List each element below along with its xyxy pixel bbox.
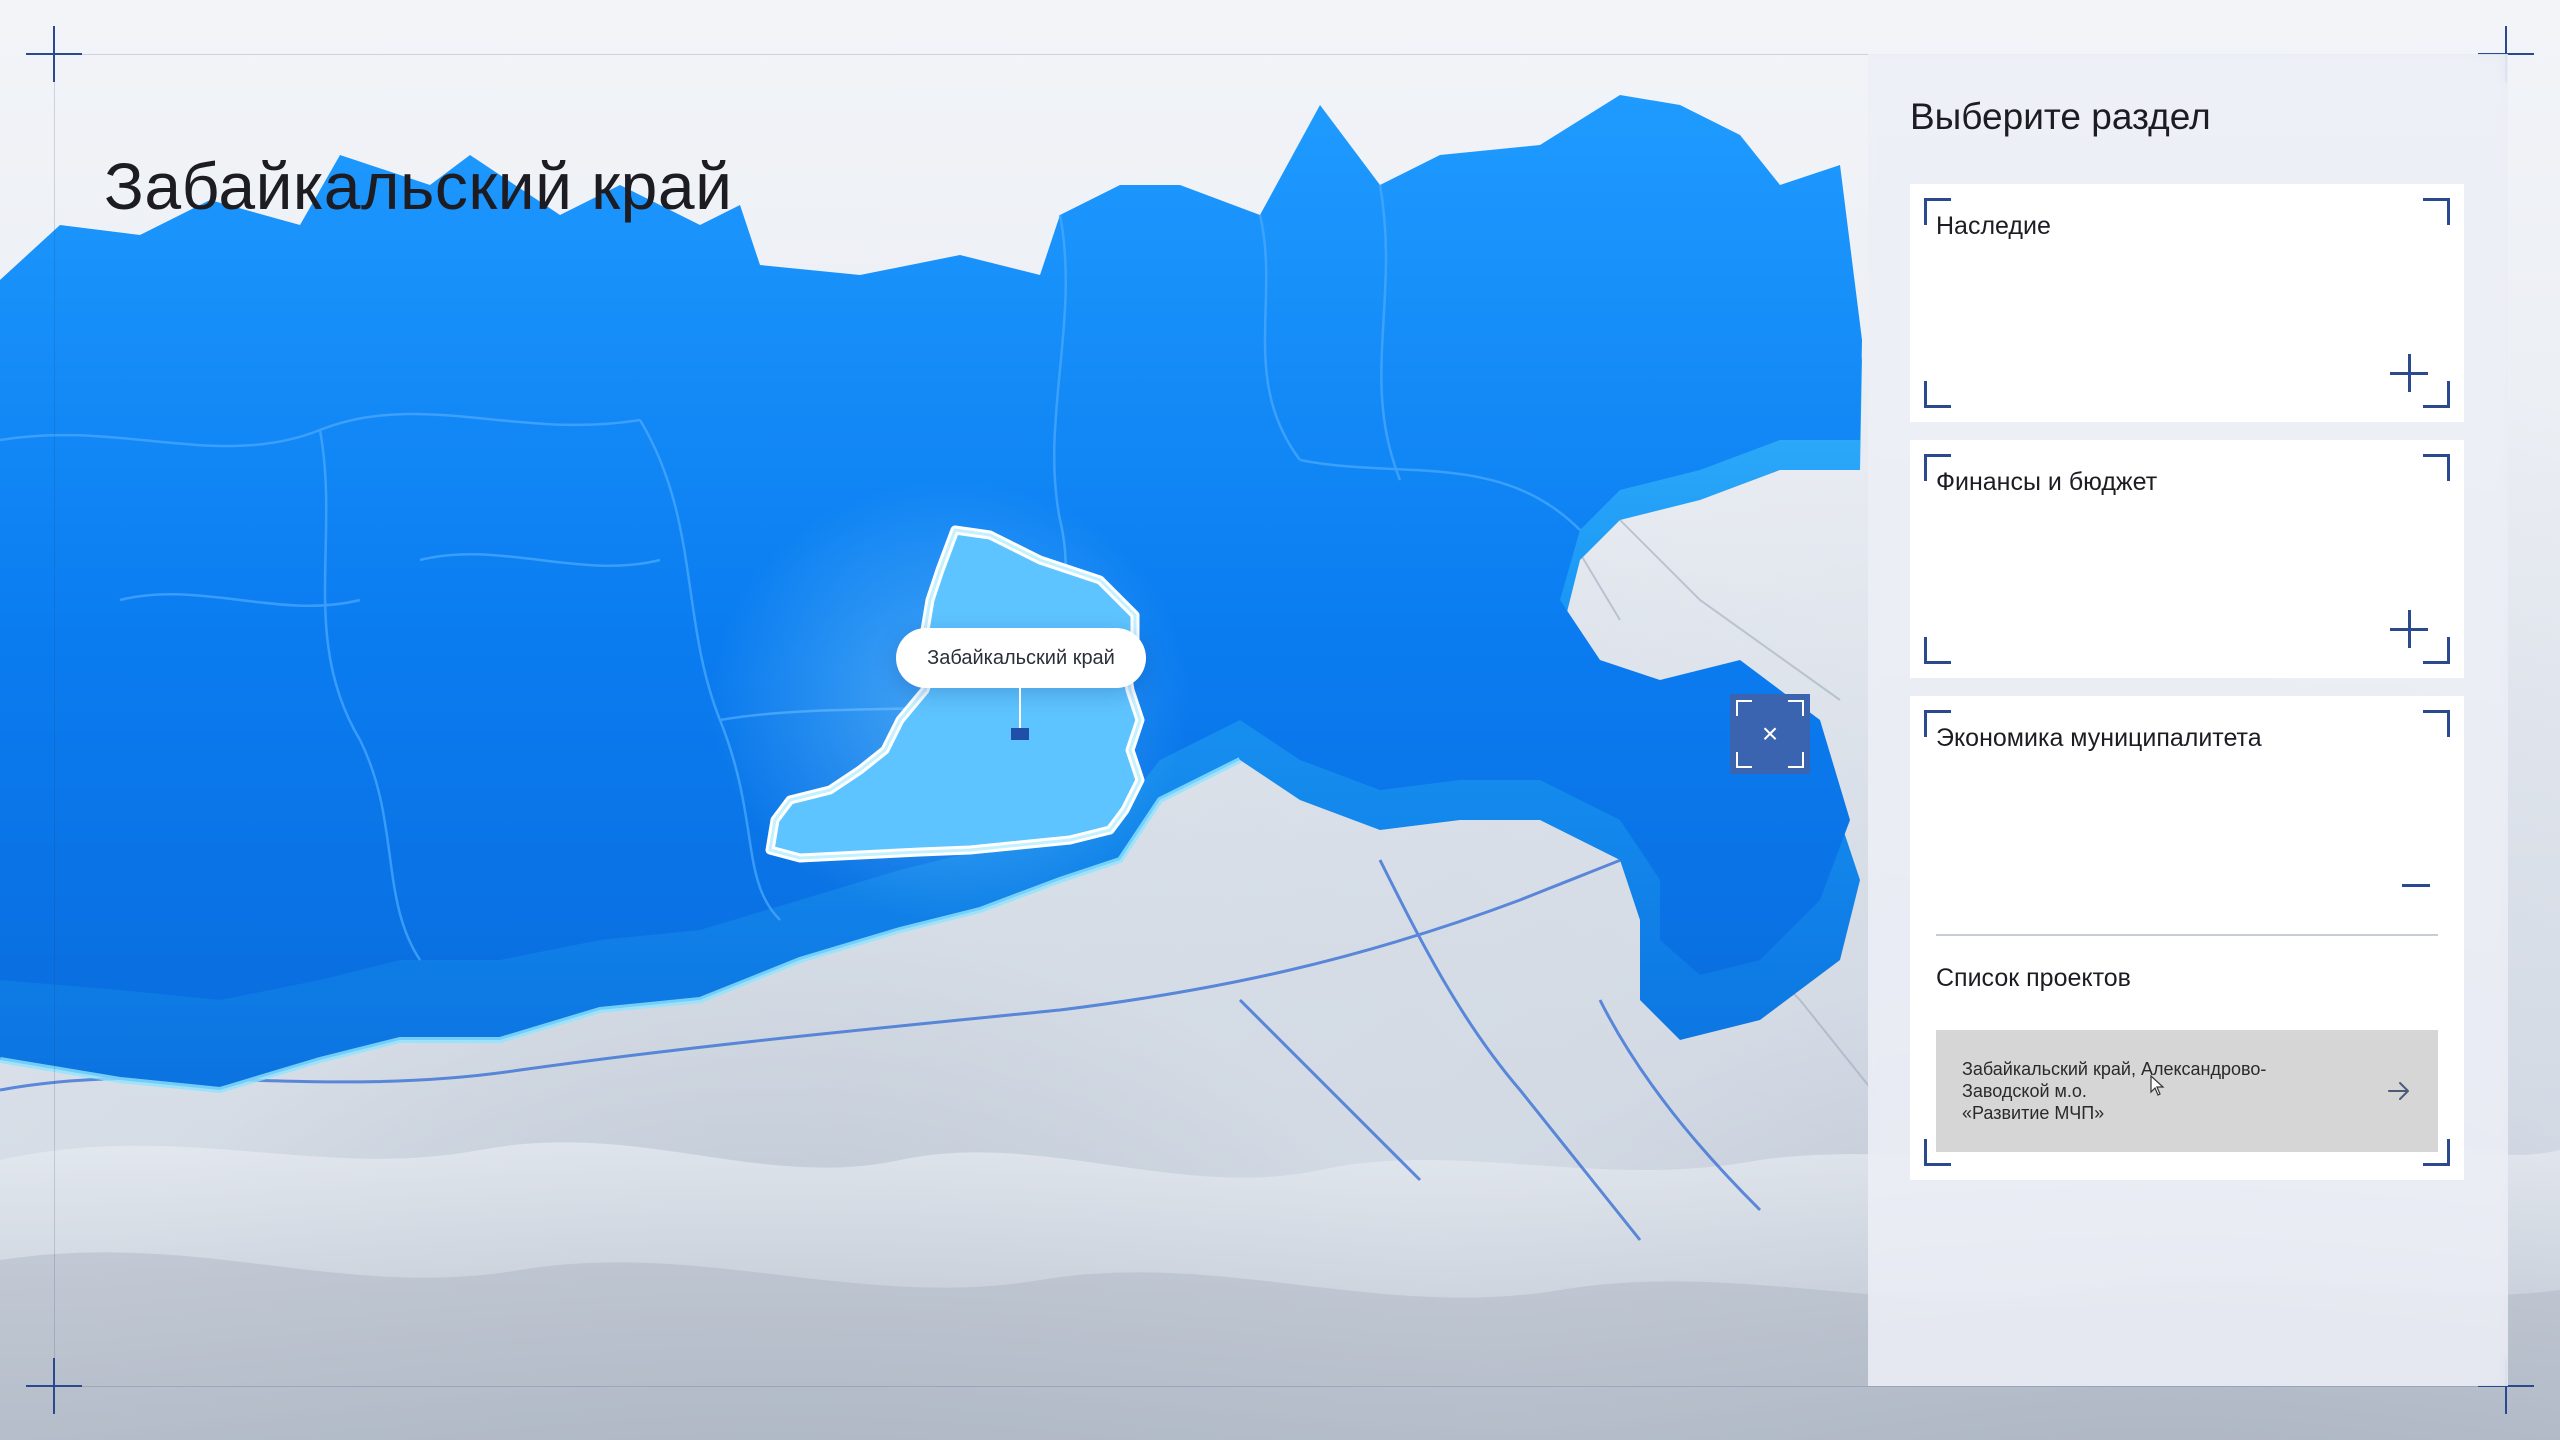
section-card-finance[interactable]: Финансы и бюджет xyxy=(1910,440,2464,678)
button-corner xyxy=(1736,700,1752,716)
section-panel: Выберите раздел Наследие Финансы и бюдже… xyxy=(1868,54,2508,1386)
plus-icon[interactable] xyxy=(2390,610,2428,648)
project-title-line: «Развитие МЧП» xyxy=(1962,1103,2105,1123)
plus-icon[interactable] xyxy=(2390,354,2428,392)
minus-icon[interactable] xyxy=(2402,884,2430,887)
projects-heading: Список проектов xyxy=(1936,964,2131,992)
project-title-line: Забайкальский край, Александрово- xyxy=(1962,1059,2267,1079)
frame-line-left xyxy=(54,54,55,1386)
region-marker xyxy=(1011,728,1029,740)
button-corner xyxy=(1736,752,1752,768)
project-title-line: Заводской м.о. xyxy=(1962,1081,2087,1101)
mouse-cursor-icon xyxy=(2150,1075,2165,1096)
section-label: Финансы и бюджет xyxy=(1936,468,2158,496)
section-label: Наследие xyxy=(1936,212,2051,240)
section-card-economy[interactable]: Экономика муниципалитета Список проектов… xyxy=(1910,696,2464,1180)
section-label: Экономика муниципалитета xyxy=(1936,724,2262,752)
page-title: Забайкальский край xyxy=(104,149,733,224)
button-corner xyxy=(1788,700,1804,716)
frame-line-bottom xyxy=(54,1386,2506,1387)
region-callout[interactable]: Забайкальский край xyxy=(896,628,1146,688)
panel-heading: Выберите раздел xyxy=(1910,96,2211,137)
card-corner xyxy=(2423,454,2450,481)
map-viewport[interactable]: Забайкальский край Забайкальский край × … xyxy=(0,0,2560,1440)
close-icon: × xyxy=(1761,718,1779,749)
card-corner xyxy=(2423,710,2450,737)
card-corner xyxy=(2423,198,2450,225)
divider xyxy=(1936,934,2438,936)
close-region-button[interactable]: × xyxy=(1730,694,1810,774)
card-corner xyxy=(1924,381,1951,408)
arrow-right-icon[interactable] xyxy=(2386,1078,2412,1104)
button-corner xyxy=(1788,752,1804,768)
callout-stem xyxy=(1019,688,1021,730)
crosshair-icon xyxy=(26,26,82,82)
section-card-heritage[interactable]: Наследие xyxy=(1910,184,2464,422)
project-list-item[interactable]: Забайкальский край, Александрово- Заводс… xyxy=(1936,1030,2438,1152)
card-corner xyxy=(1924,637,1951,664)
project-title: Забайкальский край, Александрово- Заводс… xyxy=(1962,1058,2372,1124)
crosshair-icon xyxy=(26,1358,82,1414)
